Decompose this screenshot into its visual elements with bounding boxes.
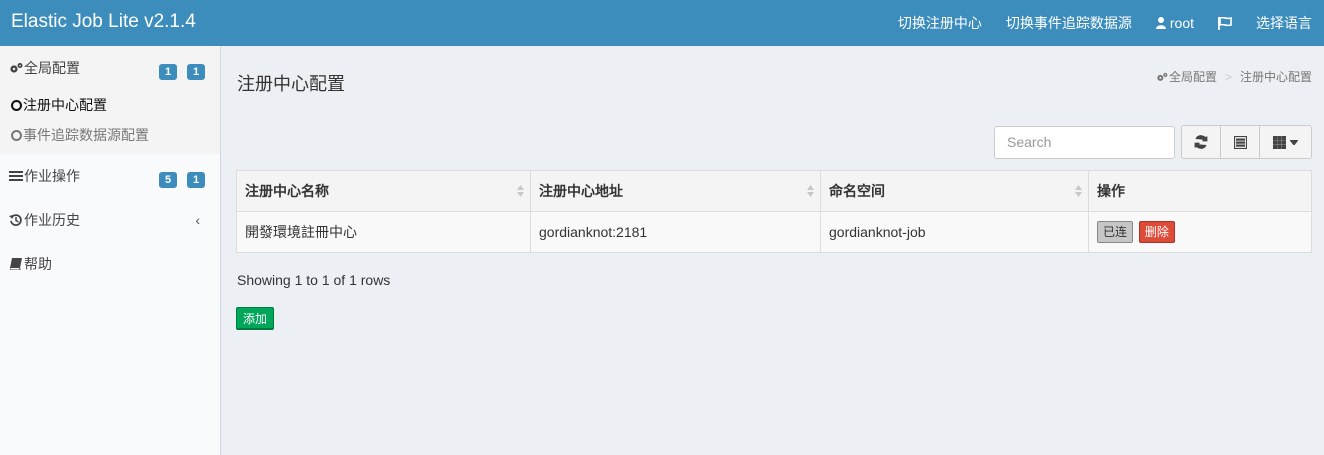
- sort-icon: [807, 185, 814, 197]
- cell-name: 開發環境註冊中心: [236, 211, 531, 253]
- sidebar-item-label: 作业历史: [24, 212, 80, 228]
- flag-button[interactable]: [1206, 0, 1244, 46]
- breadcrumb-root[interactable]: 全局配置: [1169, 68, 1217, 85]
- cogs-icon: [1156, 72, 1168, 82]
- count-badge: 1: [187, 64, 205, 80]
- user-name: root: [1169, 15, 1194, 31]
- sidebar: 全局配置 1 1 注册中心配置 事件追踪数据源配置 作业操作 5 1 作业历史 …: [0, 46, 221, 455]
- badge-group: 1 1: [159, 64, 205, 80]
- grid-icon: [1273, 135, 1286, 149]
- columns-dropdown-button[interactable]: [1260, 125, 1312, 159]
- column-header-namespace[interactable]: 命名空间: [820, 170, 1089, 212]
- add-button[interactable]: 添加: [236, 307, 274, 330]
- sort-icon: [517, 185, 524, 197]
- sort-icon: [1075, 185, 1082, 197]
- main-content: 注册中心配置 全局配置 > 注册中心配置 Search 注册中心名称 注册中心地…: [221, 46, 1324, 455]
- count-badge: 5: [159, 172, 177, 188]
- sidebar-item-label: 事件追踪数据源配置: [23, 127, 149, 143]
- book-icon: [8, 256, 24, 272]
- flag-icon: [1218, 16, 1232, 30]
- count-badge: 1: [187, 172, 205, 188]
- sidebar-item-label: 注册中心配置: [23, 97, 107, 113]
- cell-address: gordianknot:2181: [530, 211, 821, 253]
- table-toolbar: [994, 125, 1312, 159]
- language-selector[interactable]: 选择语言: [1244, 0, 1324, 46]
- refresh-button[interactable]: [1181, 125, 1221, 159]
- pagination-info: Showing 1 to 1 of 1 rows: [237, 272, 391, 288]
- badge-group: 5 1: [159, 172, 205, 188]
- app-brand[interactable]: Elastic Job Lite v2.1.4: [11, 11, 196, 33]
- sidebar-item-global-config[interactable]: 全局配置 1 1: [0, 46, 220, 90]
- caret-down-icon: [1290, 139, 1298, 145]
- tasks-icon: [8, 168, 24, 184]
- global-config-submenu: 注册中心配置 事件追踪数据源配置: [0, 90, 220, 154]
- cogs-icon: [8, 60, 24, 76]
- search-input[interactable]: [994, 125, 1175, 159]
- sidebar-item-job-ops[interactable]: 作业操作 5 1: [0, 154, 220, 198]
- breadcrumb: 全局配置 > 注册中心配置: [1156, 68, 1312, 85]
- sidebar-item-label: 帮助: [24, 256, 52, 272]
- cell-namespace: gordianknot-job: [820, 211, 1089, 253]
- switch-event-source-link[interactable]: 切换事件追踪数据源: [994, 0, 1144, 46]
- circle-icon: [11, 129, 22, 141]
- refresh-icon: [1194, 135, 1208, 149]
- table-header-row: 注册中心名称 注册中心地址 命名空间 操作: [236, 170, 1312, 212]
- switch-registry-link[interactable]: 切换注册中心: [886, 0, 994, 46]
- column-header-address[interactable]: 注册中心地址: [530, 170, 821, 212]
- sidebar-item-label: 作业操作: [24, 168, 80, 184]
- top-nav: 切换注册中心 切换事件追踪数据源 root 选择语言: [886, 0, 1324, 46]
- column-header-actions: 操作: [1088, 170, 1312, 212]
- user-menu[interactable]: root: [1144, 0, 1206, 46]
- registry-table: 注册中心名称 注册中心地址 命名空间 操作 開發環境註冊中心 gordiankn…: [236, 170, 1312, 253]
- connected-button[interactable]: 已连: [1097, 221, 1134, 243]
- history-icon: [8, 212, 24, 228]
- breadcrumb-separator: >: [1224, 69, 1232, 84]
- page-title: 注册中心配置: [237, 74, 345, 94]
- sidebar-item-registry-config[interactable]: 注册中心配置: [0, 90, 220, 120]
- user-icon: [1155, 17, 1166, 29]
- toggle-view-button[interactable]: [1221, 125, 1260, 159]
- sidebar-item-help[interactable]: 帮助: [0, 242, 220, 286]
- count-badge: 1: [159, 64, 177, 80]
- table-row: 開發環境註冊中心 gordianknot:2181 gordianknot-jo…: [236, 211, 1312, 253]
- delete-button[interactable]: 删除: [1138, 221, 1175, 243]
- chevron-left-icon: ‹: [195, 212, 200, 228]
- top-header: Elastic Job Lite v2.1.4 切换注册中心 切换事件追踪数据源…: [0, 0, 1324, 46]
- column-header-name[interactable]: 注册中心名称: [236, 170, 531, 212]
- cell-actions: 已连 删除: [1088, 211, 1312, 253]
- sidebar-item-event-source-config[interactable]: 事件追踪数据源配置: [0, 120, 220, 150]
- table-button-group: [1181, 125, 1312, 159]
- circle-icon: [11, 99, 22, 111]
- sidebar-item-job-history[interactable]: 作业历史 ‹: [0, 198, 220, 242]
- sidebar-item-label: 全局配置: [24, 60, 80, 76]
- breadcrumb-current: 注册中心配置: [1239, 70, 1312, 84]
- list-alt-icon: [1233, 135, 1247, 149]
